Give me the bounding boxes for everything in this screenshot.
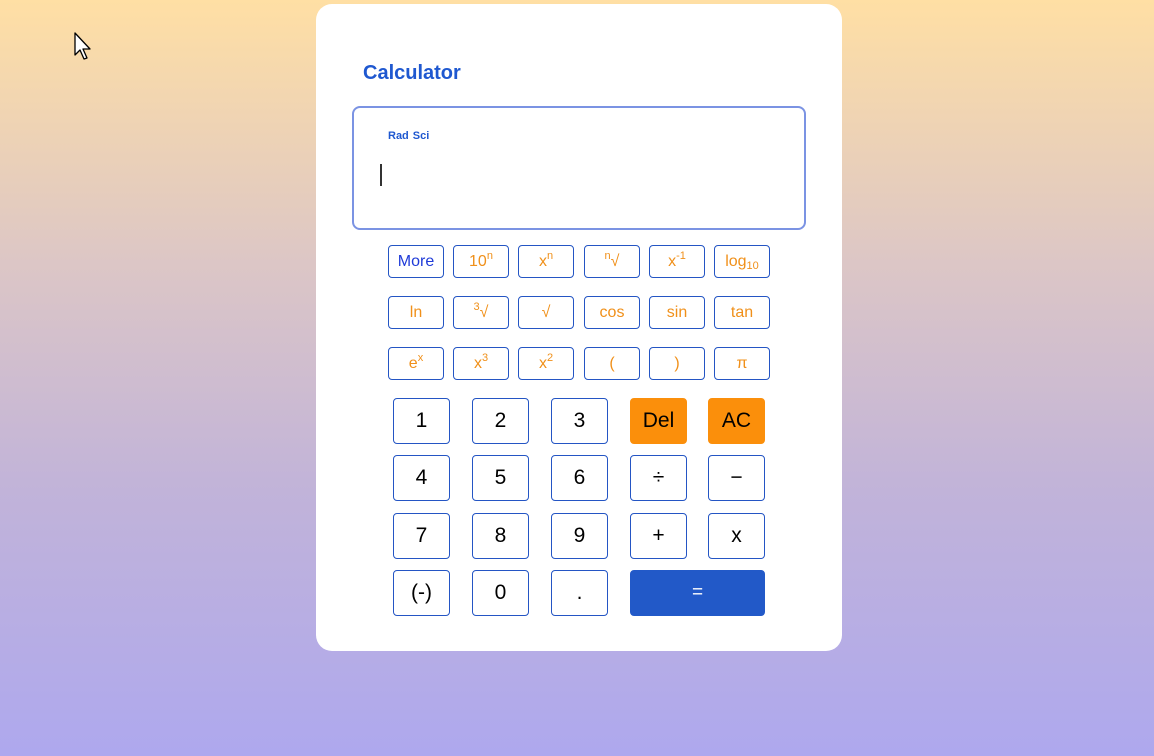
delete-button[interactable]: Del [630, 398, 687, 444]
sci-key-cube-superscript: 3 [481, 352, 489, 364]
sci-key-cube-base: x [473, 355, 482, 372]
equals-button[interactable]: = [630, 570, 765, 616]
key-9[interactable]: 9 [551, 513, 608, 559]
sci-key-tan-label: tan [730, 304, 754, 321]
sci-key-exp[interactable]: ex [388, 347, 444, 380]
plus-button[interactable]: + [630, 513, 687, 559]
notation-mode-label: Sci [412, 130, 430, 142]
sci-key-cos[interactable]: cos [584, 296, 640, 329]
decimal-button[interactable]: . [551, 570, 608, 616]
sci-key-more-label: More [397, 253, 435, 270]
angle-mode-label: Rad [388, 130, 409, 142]
sci-key-reciprocal[interactable]: x-1 [649, 245, 705, 278]
sci-key-cube[interactable]: x3 [453, 347, 509, 380]
sci-key-pi[interactable]: π [714, 347, 770, 380]
sci-key-more[interactable]: More [388, 245, 444, 278]
sci-key-log10-base: log [725, 253, 747, 270]
sci-key-square-superscript: 2 [546, 352, 554, 364]
mode-indicator: Rad Sci [388, 130, 429, 142]
sci-key-cos-label: cos [599, 304, 625, 321]
key-8[interactable]: 8 [472, 513, 529, 559]
sci-key-reciprocal-superscript: -1 [676, 250, 686, 262]
sci-key-ten-power[interactable]: 10n [453, 245, 509, 278]
multiply-button[interactable]: x [708, 513, 765, 559]
sci-key-nth-root[interactable]: n√ [584, 245, 640, 278]
sci-key-nth-root-base: √ [610, 253, 620, 270]
sci-key-x-power-n-superscript: n [546, 250, 554, 262]
calculator-title: Calculator [363, 62, 461, 84]
divide-button[interactable]: ÷ [630, 455, 687, 501]
mouse-pointer-icon [74, 32, 91, 60]
sci-key-exp-base: e [408, 355, 418, 372]
sci-key-exp-superscript: x [417, 352, 424, 364]
key-3[interactable]: 3 [551, 398, 608, 444]
key-7[interactable]: 7 [393, 513, 450, 559]
minus-button[interactable]: − [708, 455, 765, 501]
key-0[interactable]: 0 [472, 570, 529, 616]
sci-key-close-paren[interactable]: ) [649, 347, 705, 380]
key-4[interactable]: 4 [393, 455, 450, 501]
sci-key-x-power-n[interactable]: xn [518, 245, 574, 278]
sci-key-close-paren-label: ) [674, 355, 680, 372]
sci-key-square-root[interactable]: √ [518, 296, 574, 329]
key-2[interactable]: 2 [472, 398, 529, 444]
sci-key-log10[interactable]: log10 [714, 245, 770, 278]
sci-key-square-base: x [538, 355, 547, 372]
sci-key-reciprocal-base: x [668, 253, 677, 270]
calculator-display[interactable]: Rad Sci [352, 106, 806, 230]
sci-key-sin[interactable]: sin [649, 296, 705, 329]
sci-key-cube-root-base: √ [479, 304, 489, 321]
sci-key-tan[interactable]: tan [714, 296, 770, 329]
text-caret [380, 164, 382, 186]
sci-key-sin-label: sin [666, 304, 688, 321]
key-1[interactable]: 1 [393, 398, 450, 444]
sci-key-square[interactable]: x2 [518, 347, 574, 380]
sci-key-ln[interactable]: ln [388, 296, 444, 329]
sci-key-pi-label: π [736, 355, 748, 372]
expression-input[interactable] [380, 164, 760, 188]
sci-key-open-paren-label: ( [609, 355, 615, 372]
sci-key-x-power-n-base: x [538, 253, 547, 270]
key-6[interactable]: 6 [551, 455, 608, 501]
negate-button[interactable]: (-) [393, 570, 450, 616]
key-5[interactable]: 5 [472, 455, 529, 501]
sci-key-ten-power-superscript: n [486, 250, 493, 262]
sci-key-open-paren[interactable]: ( [584, 347, 640, 380]
sci-key-ten-power-base: 10 [469, 253, 487, 270]
sci-key-cube-root[interactable]: 3√ [453, 296, 509, 329]
sci-key-ln-label: ln [409, 304, 423, 321]
all-clear-button[interactable]: AC [708, 398, 765, 444]
sci-key-square-root-label: √ [541, 304, 551, 321]
calculator-card: Calculator Rad Sci More 10n xn n√ x-1 log10 ln 3… [316, 4, 842, 651]
sci-key-log10-subscript: 10 [746, 260, 759, 272]
